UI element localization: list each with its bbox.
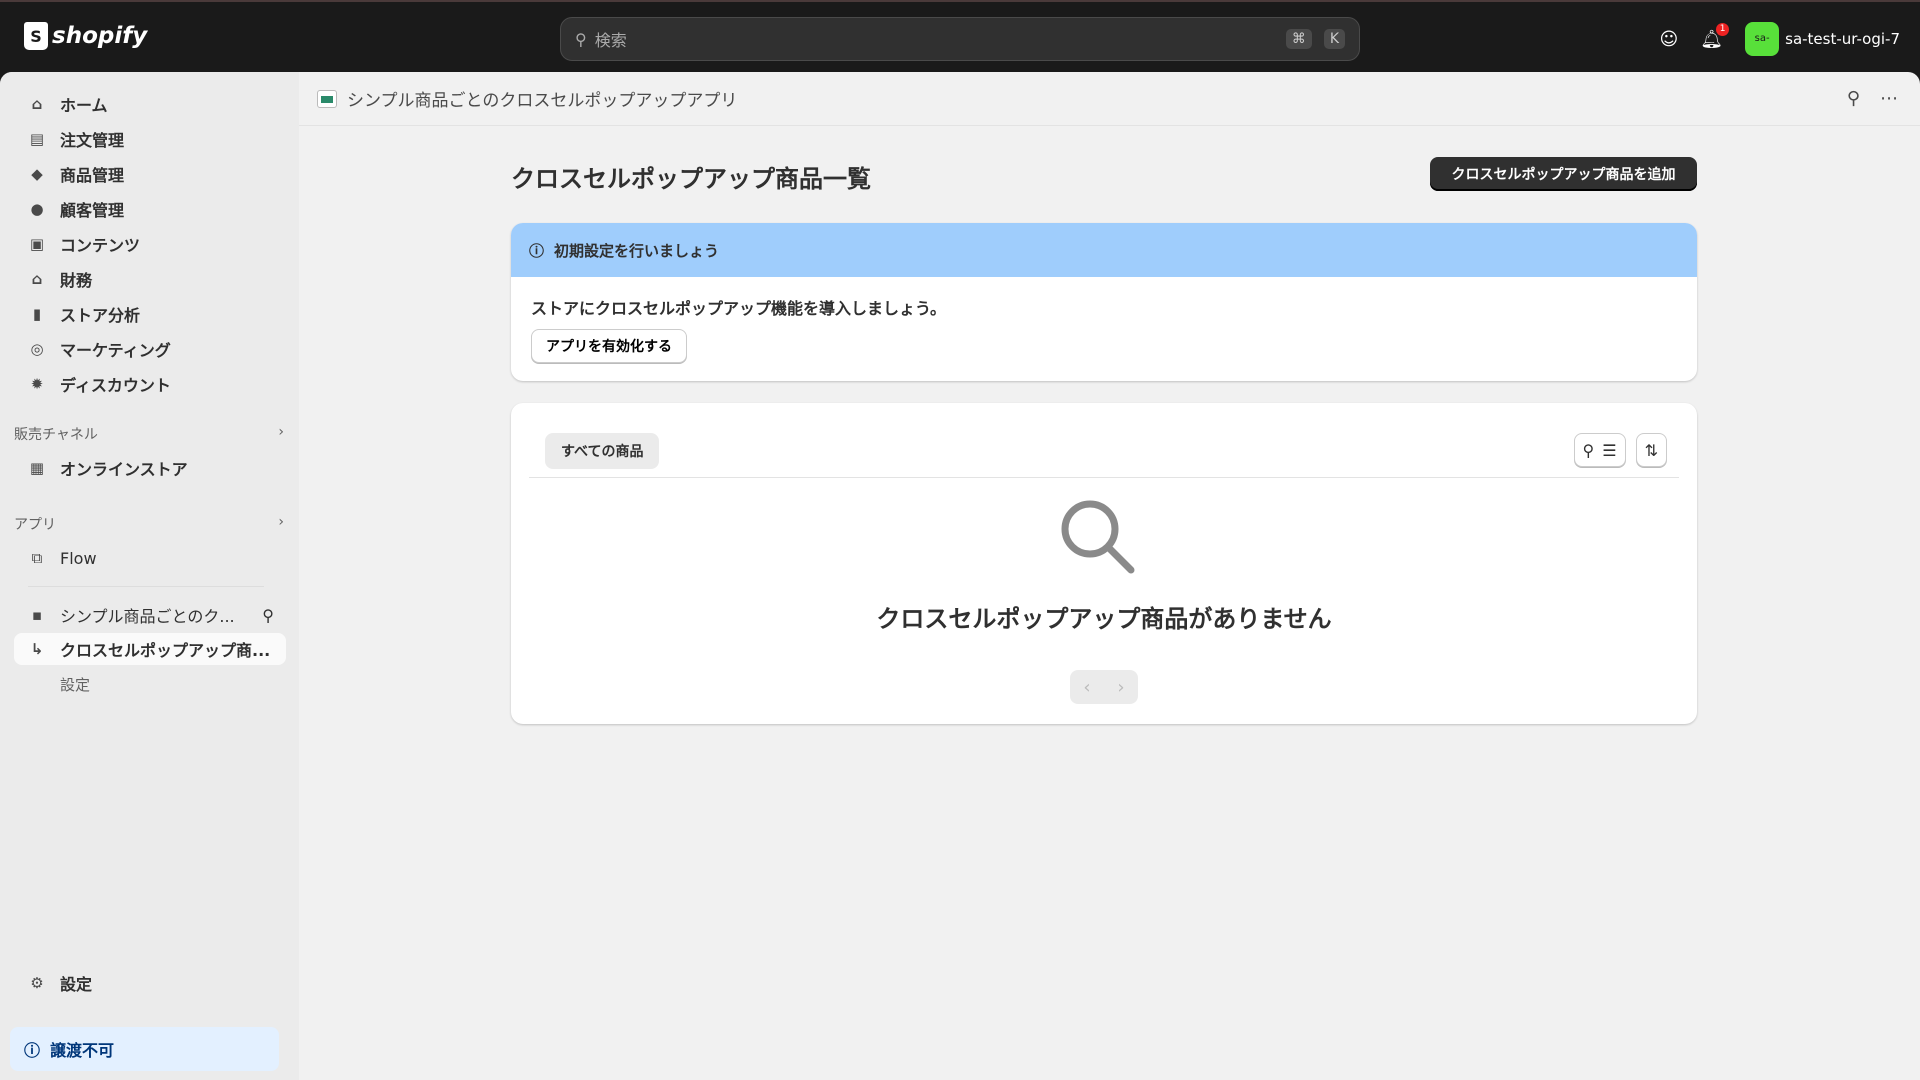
sidebar-item-4[interactable]: ▣ コンテンツ	[14, 228, 286, 260]
label: 設定	[60, 975, 93, 994]
sales-channels-section[interactable]: 販売チャネル ›	[14, 424, 284, 444]
label: 注文管理	[60, 131, 125, 150]
top-bar: Sshopify ⚲ 検索 ⌘ K ☺ 🔔︎ 1 sa- sa-test-ur-o…	[0, 0, 1920, 72]
sort-icon: ⇅	[1644, 440, 1658, 460]
nav-icon: ⌂	[31, 270, 43, 288]
pin-icon[interactable]: ⚲	[1847, 88, 1860, 109]
product-list-card: すべての商品 ⚲ ☰ ⇅ クロスセルポップアップ商品がありません ‹ ›	[511, 403, 1697, 724]
app-title: シンプル商品ごとのクロスセルポップアップアプリ	[347, 91, 738, 111]
sidebar-item-settings[interactable]: ⚙ 設定	[14, 967, 286, 999]
sidebar-item-app-settings[interactable]: 設定	[60, 674, 90, 695]
search-icon: ⚲	[1582, 440, 1595, 460]
shopify-bag-icon: S	[24, 22, 48, 50]
notification-badge: 1	[1716, 22, 1730, 36]
label: 顧客管理	[60, 201, 125, 220]
label: コンテンツ	[60, 236, 141, 255]
sidebar-item-online-store[interactable]: ▦ オンラインストア	[14, 452, 286, 484]
sidebar-item-8[interactable]: ✹ ディスカウント	[14, 368, 286, 400]
add-crosssell-product-button[interactable]: クロスセルポップアップ商品を追加	[1430, 157, 1697, 191]
search-placeholder: 検索	[594, 31, 627, 50]
app-header: シンプル商品ごとのクロスセルポップアップアプリ ⚲ ⋯	[299, 72, 1920, 126]
nav-icon: ◎	[30, 340, 44, 358]
label: マーケティング	[60, 341, 171, 360]
store-icon: ▦	[29, 459, 45, 477]
submenu-arrow-icon: ↳	[30, 640, 44, 658]
non-transferable-banner[interactable]: ⓘ 譲渡不可	[10, 1027, 279, 1071]
sidebar: ⌂ ホーム ▤ 注文管理 ◆ 商品管理 ● 顧客管理 ▣ コンテンツ ⌂ 財務 ▮ ストア分析 ◎ マーケティ…	[0, 72, 299, 1080]
store-name: sa-test-ur-ogi-7	[1785, 30, 1900, 48]
chevron-right-icon: ›	[278, 424, 284, 440]
sidebar-item-6[interactable]: ▮ ストア分析	[14, 298, 286, 330]
label: 財務	[60, 271, 93, 290]
pin-icon[interactable]: ⚲	[262, 606, 274, 625]
label: ストア分析	[60, 306, 141, 325]
sort-button[interactable]: ⇅	[1635, 433, 1667, 467]
label: ディスカウント	[60, 376, 171, 395]
chevron-right-icon: ›	[278, 514, 284, 530]
label: ホーム	[60, 96, 108, 115]
label: 商品管理	[60, 166, 125, 185]
sidebar-item-0[interactable]: ⌂ ホーム	[14, 88, 286, 120]
more-actions-icon[interactable]: ⋯	[1880, 88, 1898, 109]
brand-text: shopify	[52, 23, 148, 49]
nav-icon: ◆	[31, 165, 43, 183]
previous-page-button[interactable]: ‹	[1083, 677, 1090, 698]
banner-title: 初期設定を行いましょう	[554, 241, 720, 260]
section-label: 販売チャネル	[14, 427, 98, 443]
nav-icon: ●	[30, 200, 44, 218]
next-page-button[interactable]: ›	[1117, 677, 1124, 698]
divider	[28, 586, 264, 587]
sidebar-item-app[interactable]: ▪ シンプル商品ごとのク... ⚲	[14, 599, 286, 631]
shortcut-key: K	[1323, 29, 1345, 49]
sidebar-item-2[interactable]: ◆ 商品管理	[14, 158, 286, 190]
apps-section[interactable]: アプリ ›	[14, 514, 284, 534]
sidebar-item-1[interactable]: ▤ 注文管理	[14, 123, 286, 155]
account-menu[interactable]: sa- sa-test-ur-ogi-7	[1745, 22, 1900, 56]
divider	[529, 477, 1679, 478]
app-icon	[317, 89, 337, 108]
search-filter-button[interactable]: ⚲ ☰	[1573, 433, 1626, 467]
pagination: ‹ ›	[1070, 670, 1138, 704]
nav-icon: ▤	[29, 130, 45, 148]
nav-icon: ▣	[29, 235, 45, 253]
tab-all-products[interactable]: すべての商品	[545, 433, 660, 469]
empty-search-icon	[1061, 500, 1135, 574]
filter-icon: ☰	[1602, 440, 1617, 460]
empty-state-text: クロスセルポップアップ商品がありません	[876, 605, 1332, 633]
label: オンラインストア	[60, 460, 188, 479]
flow-icon: ⧉	[31, 549, 43, 567]
label: 譲渡不可	[50, 1041, 115, 1060]
shopify-logo[interactable]: Sshopify	[24, 22, 147, 50]
search-input[interactable]: ⚲ 検索 ⌘ K	[560, 17, 1360, 61]
page-title: クロスセルポップアップ商品一覧	[511, 165, 871, 193]
banner-text: ストアにクロスセルポップアップ機能を導入しましょう。	[531, 299, 947, 318]
info-icon: ⓘ	[24, 1041, 41, 1060]
info-icon: ⓘ	[529, 241, 545, 260]
section-label: アプリ	[14, 517, 56, 533]
nav-icon: ▮	[32, 305, 42, 323]
label: Flow	[60, 548, 97, 568]
sidekick-icon[interactable]: ☺	[1660, 29, 1679, 50]
label: クロスセルポップアップ商...	[60, 641, 271, 660]
notifications-button[interactable]: 🔔︎ 1	[1700, 22, 1730, 50]
gear-icon: ⚙	[30, 974, 44, 992]
sidebar-item-flow[interactable]: ⧉ Flow	[14, 542, 286, 574]
search-icon: ⚲	[575, 29, 587, 49]
main-shell: ⌂ ホーム ▤ 注文管理 ◆ 商品管理 ● 顧客管理 ▣ コンテンツ ⌂ 財務 ▮ ストア分析 ◎ マーケティ…	[0, 72, 1920, 1080]
sidebar-item-crosssell-list[interactable]: ↳ クロスセルポップアップ商...	[14, 633, 286, 665]
avatar: sa-	[1745, 22, 1780, 56]
nav-icon: ✹	[30, 375, 44, 393]
enable-app-button[interactable]: アプリを有効化する	[531, 329, 687, 363]
app-icon: ▪	[31, 606, 43, 624]
shortcut-cmd: ⌘	[1285, 29, 1312, 49]
sidebar-item-5[interactable]: ⌂ 財務	[14, 263, 286, 295]
sidebar-item-7[interactable]: ◎ マーケティング	[14, 333, 286, 365]
sidebar-item-3[interactable]: ● 顧客管理	[14, 193, 286, 225]
setup-banner: ⓘ 初期設定を行いましょう ストアにクロスセルポップアップ機能を導入しましょう。 …	[511, 223, 1697, 381]
nav-icon: ⌂	[31, 95, 43, 113]
label: シンプル商品ごとのク...	[60, 607, 235, 626]
